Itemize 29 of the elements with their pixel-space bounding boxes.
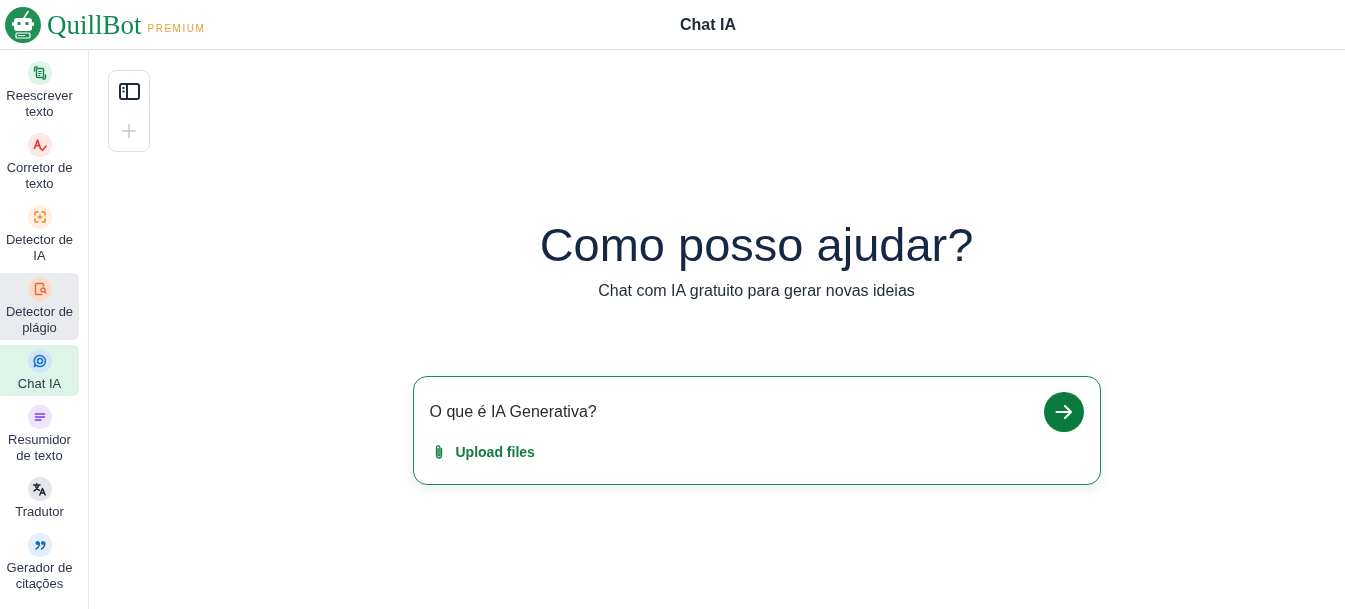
sidebar-item[interactable]: Gerador de citações (0, 529, 79, 596)
chat-plus-icon (27, 349, 52, 373)
translate-icon (27, 477, 52, 501)
sidebar-item[interactable]: Reescrever texto (0, 57, 79, 124)
arrow-right-icon (1054, 404, 1073, 420)
sidebar-item[interactable]: Detector de IA (0, 201, 79, 268)
quote-icon (27, 533, 52, 557)
sidebar-item[interactable]: Chat IA (0, 345, 79, 396)
sidebar-item[interactable]: Resumidor de texto (0, 401, 79, 468)
paperclip-icon (433, 444, 444, 460)
logo-wordmark: QuillBot (47, 9, 142, 40)
hero-subtitle: Chat com IA gratuito para gerar novas ideias (598, 281, 915, 301)
plan-label: PREMIUM (147, 23, 206, 35)
sidebar-item[interactable]: Tradutor (0, 473, 79, 524)
lines-icon (27, 405, 52, 429)
sidebar-item[interactable]: Detector de plágio (0, 273, 79, 340)
document-arrows-icon (27, 61, 52, 85)
sidebar-panel-icon (118, 82, 140, 100)
send-button[interactable] (1043, 392, 1084, 432)
document-search-icon (27, 277, 52, 301)
robot-logo-icon (5, 6, 41, 43)
message-field[interactable]: O que é IA Generativa? (429, 400, 1036, 424)
page-title: Chat IA (680, 14, 736, 35)
upload-files-button[interactable]: Upload files (433, 442, 535, 462)
plus-icon (122, 124, 136, 138)
hero-heading: Como posso ajudar? (539, 217, 974, 273)
sidebar-item[interactable]: Corretor de texto (0, 129, 79, 196)
sparkle-scan-icon (27, 205, 52, 229)
spellcheck-icon (27, 133, 52, 157)
